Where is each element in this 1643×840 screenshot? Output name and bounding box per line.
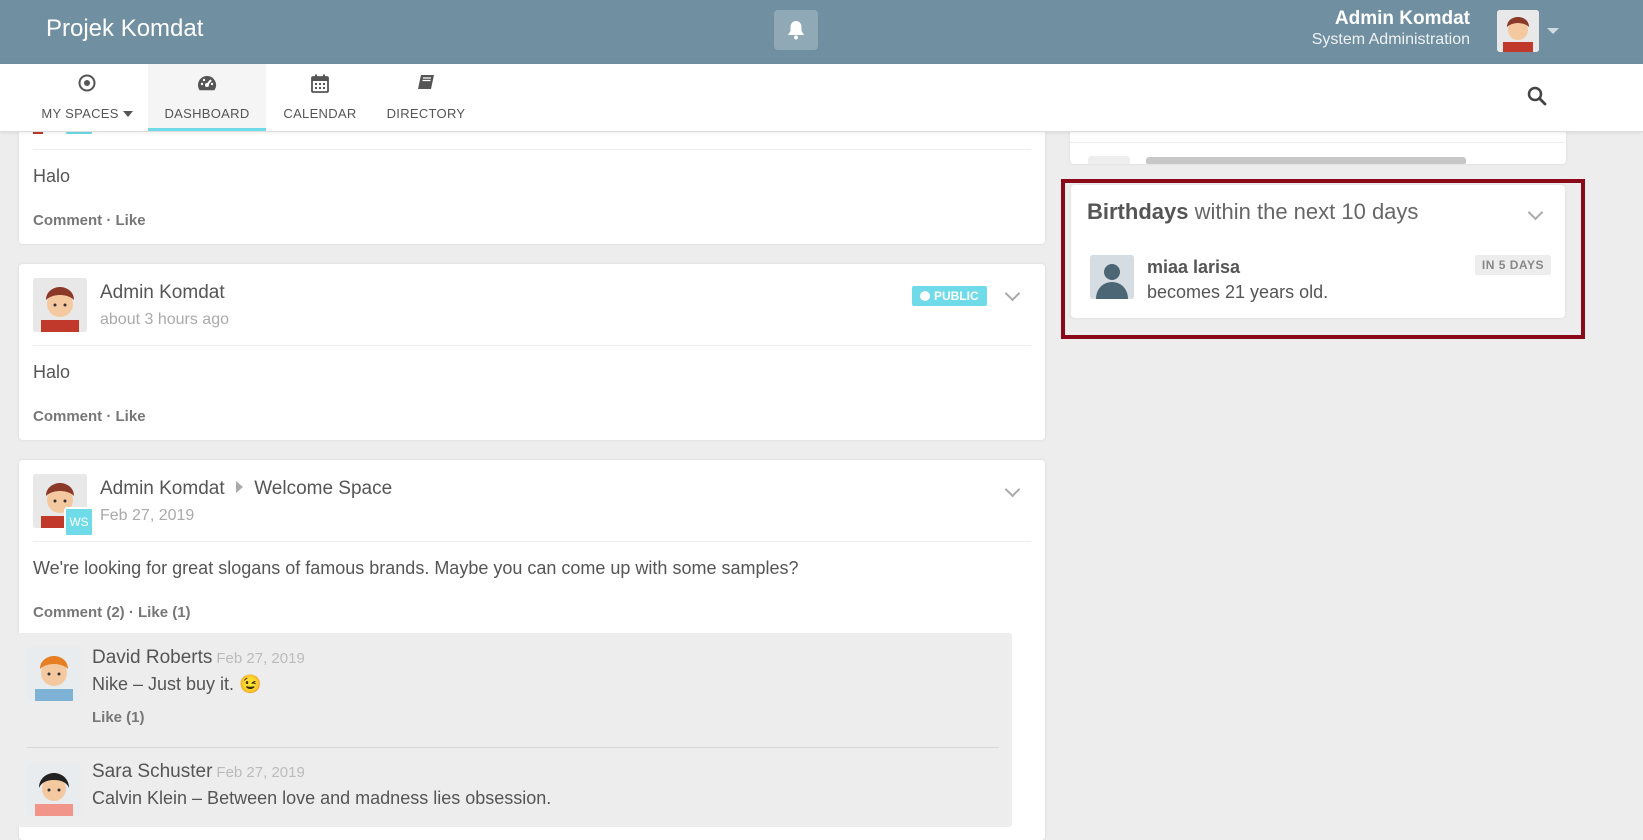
notifications-button[interactable] [774, 10, 818, 50]
nav-label: MY SPACES [41, 106, 119, 121]
visibility-badge-label: PUBLIC [934, 289, 979, 303]
comments-section: David Roberts Feb 27, 2019 Nike – Just bu… [14, 633, 1012, 827]
comment-link[interactable]: Comment [33, 212, 102, 229]
space-badge[interactable]: WS [64, 507, 94, 537]
book-icon [418, 75, 434, 89]
comment-author[interactable]: David Roberts [92, 647, 212, 668]
post-author[interactable]: Admin Komdat [100, 282, 225, 304]
nav-label: CALENDAR [283, 106, 357, 121]
visibility-badge: PUBLIC [912, 286, 987, 306]
nav-label: DIRECTORY [386, 106, 466, 121]
nav-label: DASHBOARD [164, 106, 250, 121]
avatar[interactable] [1497, 10, 1539, 52]
brand-title[interactable]: Projek Komdat [46, 15, 203, 43]
top-bar: Projek Komdat Admin Komdat System Admini… [0, 0, 1643, 64]
divider [33, 149, 1031, 150]
user-name: Admin Komdat [1334, 8, 1470, 29]
avatar[interactable] [33, 278, 87, 332]
globe-icon [920, 291, 930, 301]
nav-my-spaces[interactable]: MY SPACES [30, 64, 144, 131]
post-card: Admin Komdat about 3 hours ago PUBLIC Ha… [19, 264, 1045, 440]
chevron-down-icon[interactable] [1004, 481, 1021, 498]
nav-dashboard[interactable]: DASHBOARD [148, 64, 266, 131]
nav-bar: MY SPACES DASHBOARD CALENDAR DIRECTORY [0, 64, 1643, 132]
comment-link[interactable]: Comment (2) [33, 604, 125, 621]
divider [33, 345, 1031, 346]
post-header: Admin Komdat Welcome Space [100, 478, 392, 500]
sidebar-panel [1070, 128, 1566, 164]
highlight-box [1061, 179, 1585, 339]
comment-date[interactable]: Feb 27, 2019 [216, 764, 304, 781]
comment-author[interactable]: Sara Schuster [92, 761, 212, 782]
divider [33, 541, 1031, 542]
like-link[interactable]: Like (1) [92, 709, 145, 726]
user-role: System Administration [1311, 31, 1470, 48]
post-text: We're looking for great slogans of famou… [33, 558, 799, 578]
caret-right-icon [235, 481, 243, 493]
nav-directory[interactable]: DIRECTORY [380, 64, 472, 131]
comment-text: Calvin Klein – Between love and madness … [92, 788, 552, 808]
post-time[interactable]: Feb 27, 2019 [100, 507, 194, 525]
comment-header: David Roberts Feb 27, 2019 [92, 647, 305, 669]
divider [1070, 142, 1566, 143]
post-text: Halo [33, 166, 71, 186]
caret-down-icon [122, 110, 133, 117]
post-actions: Comment (2) · Like (1) [33, 604, 191, 621]
sidebar-item-label [1146, 157, 1466, 164]
nav-calendar[interactable]: CALENDAR [270, 64, 370, 131]
comment-text: Nike – Just buy it. 😉 [92, 674, 262, 694]
avatar[interactable] [27, 647, 81, 701]
user-menu[interactable]: Admin Komdat System Administration [1312, 8, 1470, 50]
like-link[interactable]: Like [116, 408, 146, 425]
chevron-down-icon[interactable] [1004, 285, 1021, 302]
dashboard-icon [198, 75, 217, 91]
search-icon [1527, 86, 1547, 106]
comment-link[interactable]: Comment [33, 408, 102, 425]
target-icon [78, 74, 96, 92]
divider [27, 747, 999, 748]
comment-date[interactable]: Feb 27, 2019 [216, 650, 304, 667]
bell-icon [788, 21, 804, 40]
calendar-icon [311, 74, 329, 93]
like-link[interactable]: Like [116, 212, 146, 229]
post-text: Halo [33, 362, 71, 382]
post-author[interactable]: Admin Komdat [100, 478, 225, 499]
post-time[interactable]: about 3 hours ago [100, 311, 229, 329]
comment-header: Sara Schuster Feb 27, 2019 [92, 761, 305, 783]
chevron-down-icon[interactable] [1547, 28, 1559, 34]
like-link[interactable]: Like (1) [138, 604, 191, 621]
post-actions: Comment · Like [33, 212, 146, 229]
space-link[interactable]: Welcome Space [254, 478, 392, 499]
avatar[interactable] [27, 762, 81, 816]
search-button[interactable] [1527, 86, 1547, 111]
post-actions: Comment · Like [33, 408, 146, 425]
avatar [1088, 156, 1130, 164]
